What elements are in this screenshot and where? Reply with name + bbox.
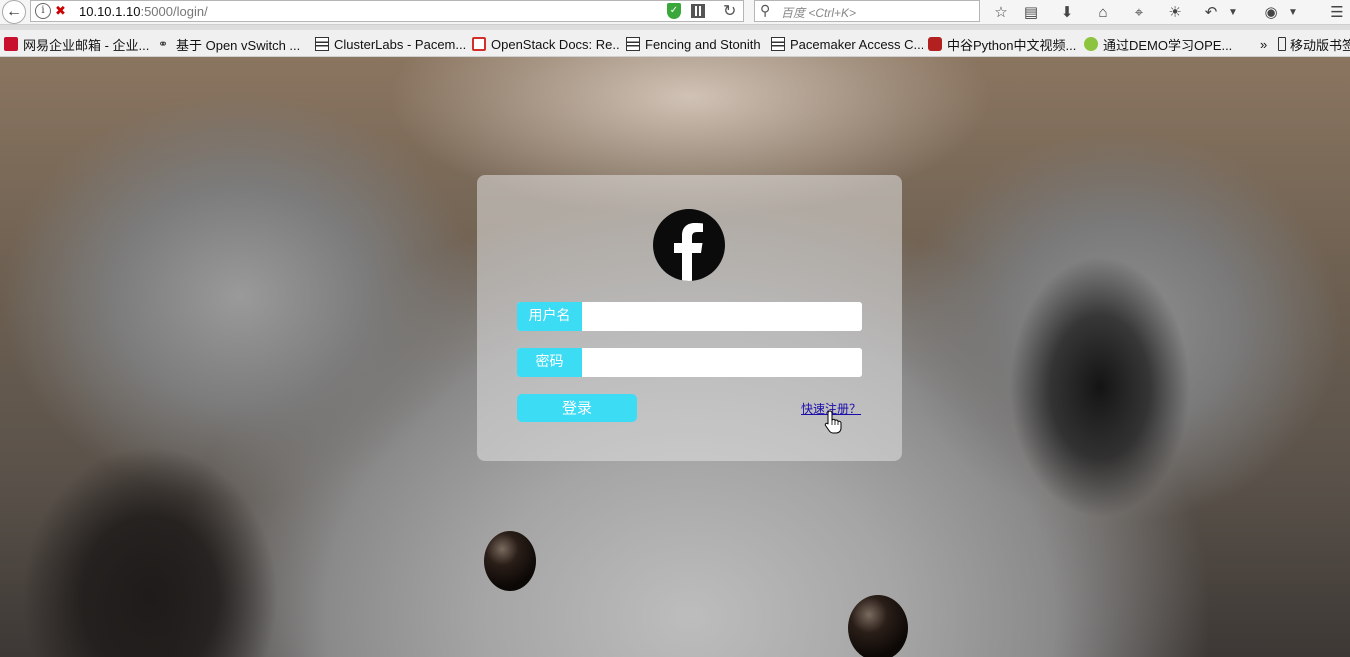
login-button[interactable]: 登录 [517, 394, 637, 422]
shield-icon[interactable]: ✓ [667, 3, 681, 19]
qr-code-icon[interactable] [691, 4, 705, 18]
chevron-down-icon[interactable]: ▼ [1226, 0, 1240, 24]
facebook-logo-icon [653, 209, 725, 281]
password-field: 密码 [517, 348, 862, 377]
koala-eye-left [484, 531, 536, 591]
bookmark-item[interactable]: ClusterLabs - Pacem... [315, 35, 467, 53]
bookmark-label: OpenStack Docs: Re... [491, 36, 620, 52]
info-icon[interactable]: i [35, 3, 51, 19]
bookmarks-bar: 网易企业邮箱 - 企业... ⚭ 基于 Open vSwitch ... Clu… [0, 30, 1350, 57]
bookmark-label: 中谷Python中文视频... [947, 37, 1077, 53]
bookmark-item[interactable]: 通过DEMO学习OPE... [1084, 35, 1232, 53]
openstack-icon [472, 37, 486, 51]
link-icon: ⚭ [158, 37, 169, 51]
page-background: 用户名 密码 登录 快速注册？ [0, 57, 1350, 657]
globe-icon[interactable]: ◉ [1258, 0, 1284, 24]
browser-toolbar: ← i ✖ 10.10.1.10:5000/login/ ✓ ↻ ⚲ 百度 <C… [0, 0, 1350, 25]
bookmark-item[interactable]: Pacemaker Access C... [771, 35, 923, 53]
username-field: 用户名 [517, 302, 862, 331]
bookmark-item[interactable]: OpenStack Docs: Re... [472, 35, 620, 53]
chat-icon[interactable]: ☀ [1162, 0, 1188, 24]
crop-icon[interactable]: ⌖ [1126, 0, 1152, 24]
password-input[interactable] [582, 348, 862, 377]
url-path: :5000/login/ [140, 4, 208, 19]
search-placeholder: 百度 <Ctrl+K> [781, 6, 857, 20]
bookmark-item-mobile[interactable]: 移动版书签 [1278, 35, 1350, 53]
menu-icon[interactable]: ☰ [1324, 0, 1350, 24]
bookmark-star-icon[interactable]: ☆ [988, 0, 1014, 24]
koala-eye-right [848, 595, 908, 657]
reading-list-icon[interactable]: ▤ [1018, 0, 1044, 24]
chevron-down-icon[interactable]: ▼ [1286, 0, 1300, 24]
green-icon [1084, 37, 1098, 51]
netease-icon [4, 37, 18, 51]
insecure-lock-icon[interactable]: ✖ [55, 3, 66, 19]
url-text[interactable]: 10.10.1.10:5000/login/ [79, 4, 208, 19]
bookmark-label: 网易企业邮箱 - 企业... [23, 37, 150, 53]
bookmark-label: Pacemaker Access C... [790, 36, 923, 52]
username-input[interactable] [582, 302, 862, 331]
undo-icon[interactable]: ↶ [1198, 0, 1224, 24]
bookmark-label: 移动版书签 [1290, 37, 1350, 53]
bookmark-item[interactable]: 网易企业邮箱 - 企业... [4, 35, 154, 53]
bookmark-item[interactable]: ⚭ 基于 Open vSwitch ... [158, 35, 308, 53]
back-arrow-icon[interactable]: ← [2, 0, 26, 24]
bookmark-label: Fencing and Stonith [645, 36, 761, 52]
search-icon: ⚲ [760, 2, 771, 18]
doc-icon [626, 37, 640, 51]
bookmarks-overflow-button[interactable]: » [1260, 35, 1274, 53]
home-icon[interactable]: ⌂ [1090, 0, 1116, 24]
bookmark-label: ClusterLabs - Pacem... [334, 36, 467, 52]
password-label: 密码 [517, 348, 582, 377]
url-host: 10.10.1.10 [79, 4, 141, 19]
hand-pointer-cursor-icon [824, 410, 842, 434]
video-icon [928, 37, 942, 51]
doc-icon [315, 37, 329, 51]
bookmark-label: 通过DEMO学习OPE... [1103, 37, 1232, 53]
bookmark-item[interactable]: 中谷Python中文视频... [928, 35, 1078, 53]
bookmark-item[interactable]: Fencing and Stonith [626, 35, 768, 53]
mobile-icon [1278, 37, 1286, 51]
doc-icon [771, 37, 785, 51]
reload-icon[interactable]: ↻ [723, 1, 736, 21]
overflow-chevron-icon: » [1260, 36, 1268, 52]
username-label: 用户名 [517, 302, 582, 331]
search-bar[interactable]: ⚲ 百度 <Ctrl+K> [754, 0, 980, 22]
address-bar[interactable]: i ✖ 10.10.1.10:5000/login/ ✓ ↻ [30, 0, 744, 22]
download-icon[interactable]: ⬇ [1054, 0, 1080, 24]
bookmark-label: 基于 Open vSwitch ... [176, 37, 301, 53]
